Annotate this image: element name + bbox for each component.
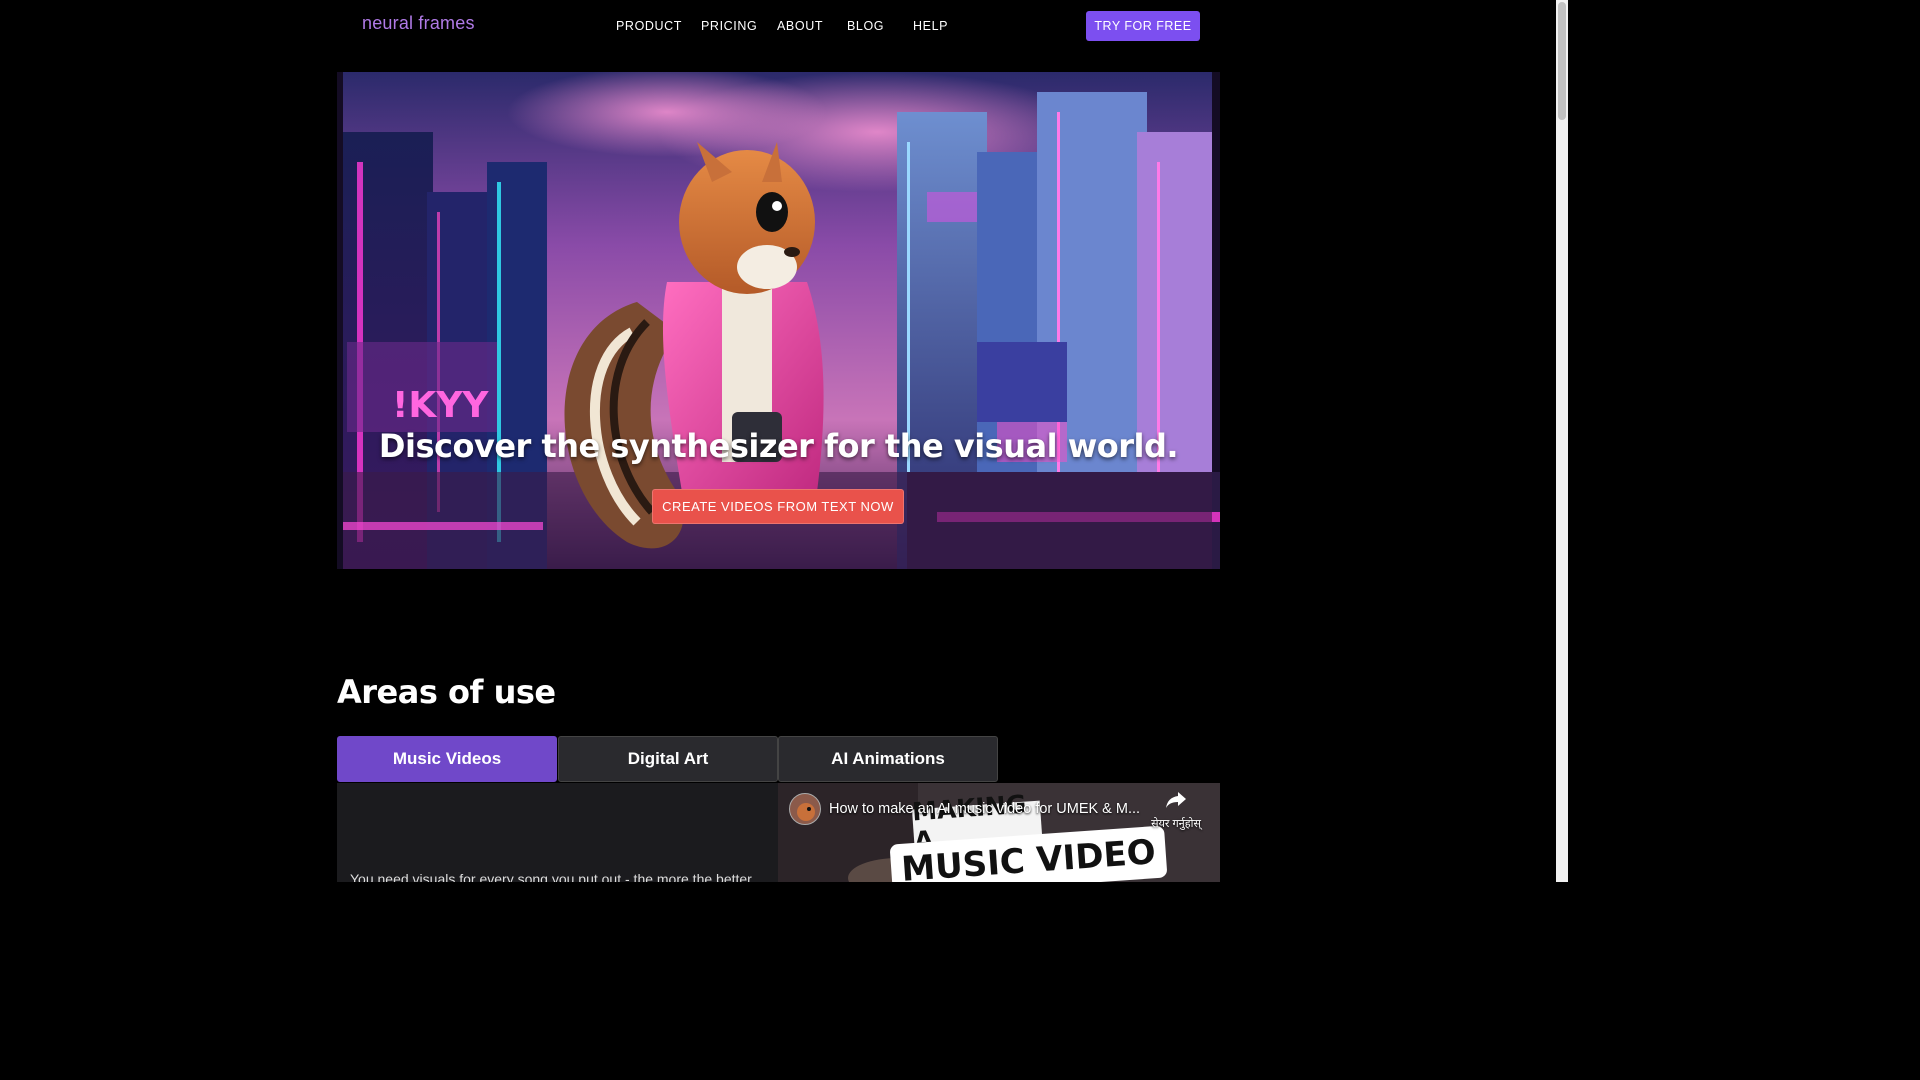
nav-product[interactable]: PRODUCT [616, 19, 682, 33]
create-videos-button[interactable]: CREATE VIDEOS FROM TEXT NOW [652, 489, 904, 524]
hero-banner: !KYY Discover the synthesizer for the vi… [337, 72, 1220, 569]
video-title[interactable]: How to make an AI music video for UMEK &… [829, 801, 1140, 817]
svg-text:!KYY: !KYY [392, 385, 489, 426]
nav-help[interactable]: HELP [913, 19, 948, 33]
tab-panel: You need visuals for every song you put … [337, 783, 778, 882]
nav-about[interactable]: ABOUT [777, 19, 823, 33]
video-embed[interactable]: MAKING A MUSIC VIDEO How to make an AI m… [778, 783, 1220, 882]
tab-digital-art[interactable]: Digital Art [558, 736, 778, 782]
tab-ai-animations[interactable]: AI Animations [778, 736, 998, 782]
main-nav: PRODUCT PRICING ABOUT BLOG HELP [0, 19, 1556, 35]
area-description: You need visuals for every song you put … [350, 871, 755, 882]
hero-title: Discover the synthesizer for the visual … [378, 427, 1179, 465]
share-icon [1166, 792, 1186, 808]
channel-avatar[interactable] [789, 793, 821, 825]
nav-blog[interactable]: BLOG [847, 19, 884, 33]
scrollbar-thumb[interactable] [1558, 2, 1566, 120]
share-label: सेयर गर्नुहोस् [1151, 818, 1201, 830]
areas-title: Areas of use [337, 673, 556, 711]
page-scrollbar[interactable] [1556, 0, 1568, 882]
nav-pricing[interactable]: PRICING [701, 19, 757, 33]
tab-music-videos[interactable]: Music Videos [337, 736, 557, 782]
try-for-free-button[interactable]: TRY FOR FREE [1086, 11, 1200, 41]
share-button[interactable]: सेयर गर्नुहोस् [1148, 791, 1204, 831]
